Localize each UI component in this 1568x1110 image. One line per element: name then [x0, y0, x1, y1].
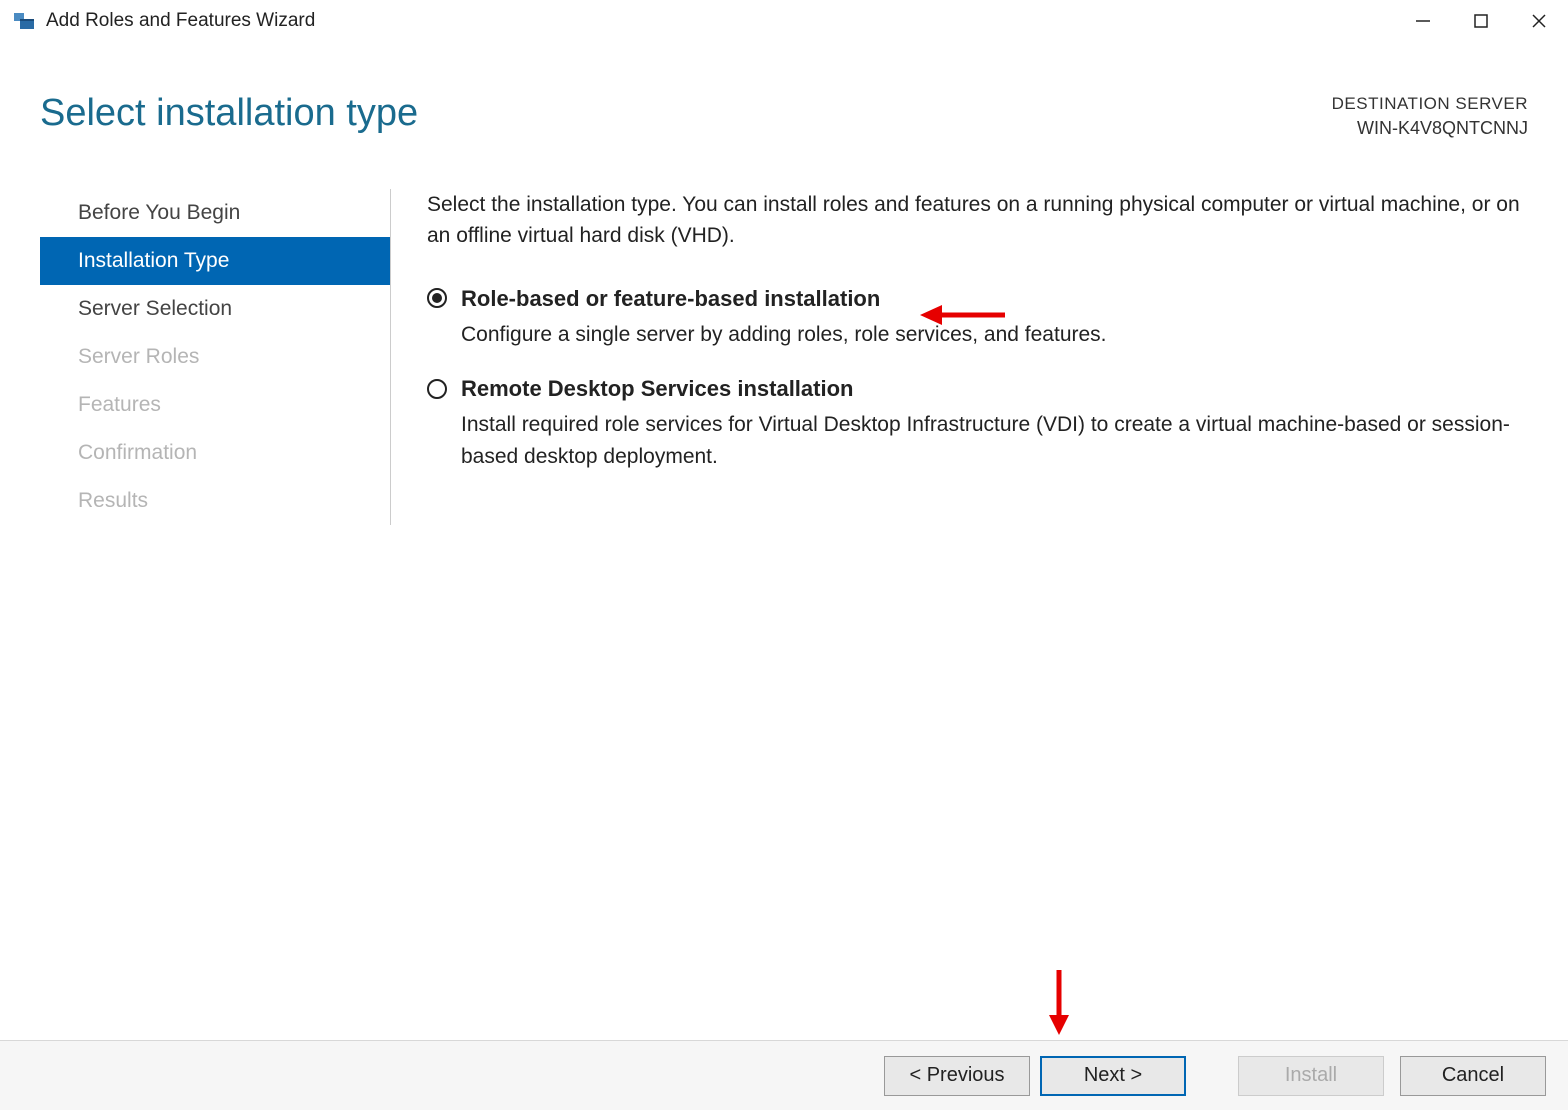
vertical-divider — [390, 189, 391, 525]
header-area: Select installation type DESTINATION SER… — [0, 42, 1568, 141]
destination-label: DESTINATION SERVER — [1332, 92, 1528, 116]
content-panel: Select the installation type. You can in… — [421, 189, 1568, 525]
option-remote-desktop[interactable]: Remote Desktop Services installation Ins… — [427, 372, 1528, 472]
page-title: Select installation type — [40, 92, 418, 135]
wizard-footer: < Previous Next > Install Cancel — [0, 1040, 1568, 1110]
sidebar-item-server-roles: Server Roles — [40, 333, 390, 381]
annotation-arrow-icon — [920, 300, 1010, 330]
option-description: Install required role services for Virtu… — [461, 409, 1528, 472]
sidebar-item-server-selection[interactable]: Server Selection — [40, 285, 390, 333]
next-button[interactable]: Next > — [1040, 1056, 1186, 1096]
radio-remote-desktop[interactable] — [427, 379, 447, 399]
sidebar-item-label: Confirmation — [78, 441, 197, 465]
window-controls — [1394, 0, 1568, 42]
radio-role-based[interactable] — [427, 288, 447, 308]
cancel-button[interactable]: Cancel — [1400, 1056, 1546, 1096]
option-title: Remote Desktop Services installation — [461, 372, 853, 405]
maximize-button[interactable] — [1452, 0, 1510, 42]
annotation-arrow-icon — [1044, 970, 1074, 1040]
sidebar-item-installation-type[interactable]: Installation Type — [40, 237, 390, 285]
sidebar-item-label: Installation Type — [78, 249, 229, 273]
sidebar-item-label: Server Roles — [78, 345, 199, 369]
install-button: Install — [1238, 1056, 1384, 1096]
wizard-steps-sidebar: Before You Begin Installation Type Serve… — [40, 189, 390, 525]
intro-text: Select the installation type. You can in… — [427, 189, 1528, 252]
destination-server: WIN-K4V8QNTCNNJ — [1332, 116, 1528, 141]
previous-button[interactable]: < Previous — [884, 1056, 1030, 1096]
sidebar-item-label: Features — [78, 393, 161, 417]
close-button[interactable] — [1510, 0, 1568, 42]
app-icon — [12, 9, 36, 33]
destination-info: DESTINATION SERVER WIN-K4V8QNTCNNJ — [1332, 92, 1528, 141]
sidebar-item-before-you-begin[interactable]: Before You Begin — [40, 189, 390, 237]
window-title: Add Roles and Features Wizard — [46, 10, 315, 32]
titlebar: Add Roles and Features Wizard — [0, 0, 1568, 42]
main-area: Before You Begin Installation Type Serve… — [0, 189, 1568, 525]
sidebar-item-results: Results — [40, 477, 390, 525]
sidebar-item-label: Server Selection — [78, 297, 232, 321]
sidebar-item-features: Features — [40, 381, 390, 429]
sidebar-item-confirmation: Confirmation — [40, 429, 390, 477]
sidebar-item-label: Before You Begin — [78, 201, 240, 225]
minimize-button[interactable] — [1394, 0, 1452, 42]
sidebar-item-label: Results — [78, 489, 148, 513]
option-title: Role-based or feature-based installation — [461, 282, 880, 315]
